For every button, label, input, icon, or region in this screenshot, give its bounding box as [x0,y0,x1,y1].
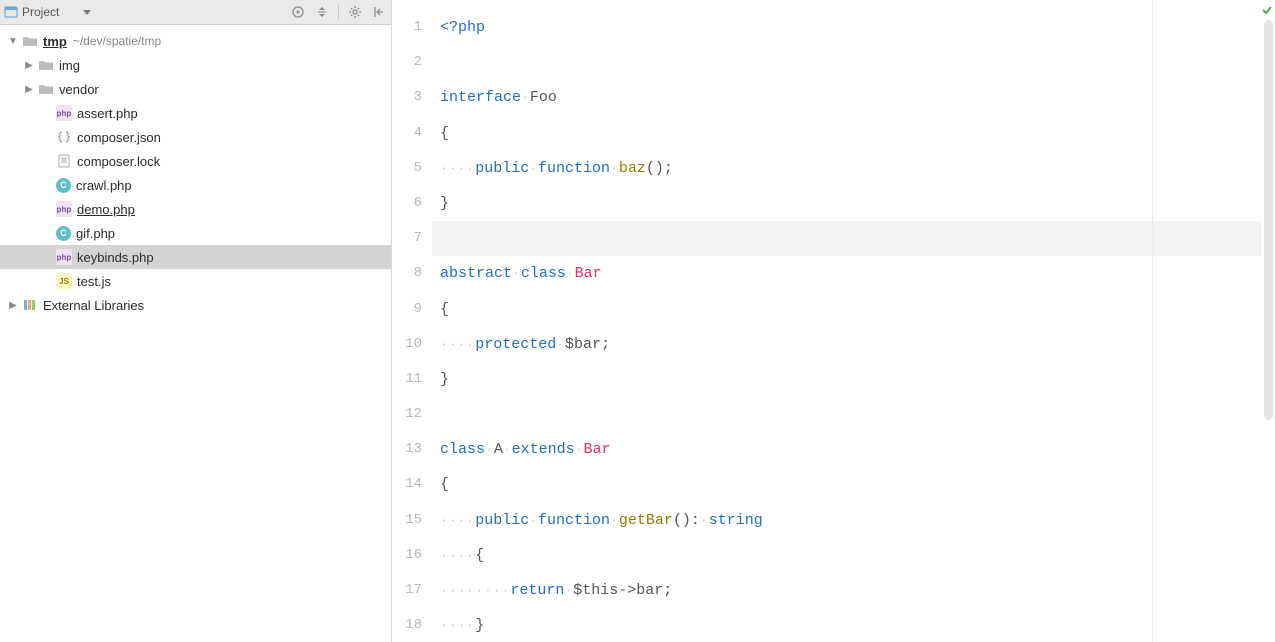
line-number: 7 [392,221,432,256]
line-number: 16 [392,538,432,573]
php-file-icon: php [56,105,72,121]
code-line[interactable]: { [432,467,1261,502]
code-line[interactable] [432,45,1261,80]
code-line[interactable]: ····public·function·baz(); [432,151,1261,186]
app-root: Project [0,0,1275,642]
locate-icon[interactable] [290,4,306,20]
tree-item-demo-php[interactable]: ▶phpdemo.php [0,197,391,221]
chevron-right-icon[interactable]: ▶ [22,82,36,96]
code-line[interactable]: } [432,362,1261,397]
code-area[interactable]: <?phpinterface·Foo{····public·function·b… [432,0,1261,642]
tree-item-crawl-php[interactable]: ▶Ccrawl.php [0,173,391,197]
settings-gear-icon[interactable] [347,4,363,20]
line-number: 8 [392,256,432,291]
code-line[interactable]: } [432,186,1261,221]
class-file-icon: C [56,178,71,193]
inspection-ok-icon[interactable] [1261,4,1273,21]
tree-item-label: keybinds.php [77,250,154,265]
tree-item-img[interactable]: ▶ img [0,53,391,77]
line-number: 12 [392,397,432,432]
code-line[interactable] [432,397,1261,432]
tree-item-label: img [59,58,80,73]
project-header: Project [0,0,391,25]
line-number: 11 [392,362,432,397]
tree-item-label: vendor [59,82,99,97]
vertical-scrollbar[interactable] [1264,20,1273,420]
code-line[interactable]: { [432,116,1261,151]
line-number: 1 [392,10,432,45]
class-file-icon: C [56,226,71,241]
external-libraries[interactable]: ▶ External Libraries [0,293,391,317]
tree-item-label: gif.php [76,226,115,241]
tree-item-composer-lock[interactable]: ▶composer.lock [0,149,391,173]
tree-item-test-js[interactable]: ▶JStest.js [0,269,391,293]
code-line[interactable]: ····} [432,608,1261,642]
tree-item-composer-json[interactable]: ▶composer.json [0,125,391,149]
editor-right-gutter [1261,0,1275,642]
tree-item-assert-php[interactable]: ▶phpassert.php [0,101,391,125]
tree-root-path: ~/dev/spatie/tmp [73,34,161,48]
line-number: 5 [392,151,432,186]
php-file-icon: php [56,249,72,265]
code-line[interactable]: class·A·extends·Bar [432,432,1261,467]
line-number: 13 [392,432,432,467]
line-number: 6 [392,186,432,221]
line-number: 14 [392,467,432,502]
json-file-icon [56,129,72,145]
line-number: 15 [392,503,432,538]
tree-root[interactable]: ▼ tmp ~/dev/spatie/tmp [0,29,391,53]
chevron-down-icon[interactable]: ▼ [6,34,20,48]
toolbar-divider [338,4,339,20]
tree-item-label: composer.json [77,130,161,145]
code-line[interactable]: <?php [432,10,1261,45]
project-scope-dropdown[interactable] [67,4,107,20]
libraries-icon [22,297,38,313]
project-icon [4,5,18,19]
code-line[interactable]: ········return·$this->bar; [432,573,1261,608]
line-number: 9 [392,292,432,327]
line-number: 18 [392,608,432,642]
folder-icon [38,57,54,73]
right-margin-guide [1152,0,1153,642]
line-number: 17 [392,573,432,608]
tree-item-label: crawl.php [76,178,132,193]
line-number-gutter: 123456789101112131415161718 [392,0,432,642]
code-editor[interactable]: 123456789101112131415161718 <?phpinterfa… [392,0,1275,642]
folder-icon [22,33,38,49]
tree-item-keybinds-php[interactable]: ▶phpkeybinds.php [0,245,391,269]
tree-item-label: test.js [77,274,111,289]
line-number: 4 [392,116,432,151]
code-line[interactable]: ····{ [432,538,1261,573]
line-number: 2 [392,45,432,80]
code-line[interactable]: ····protected·$bar; [432,327,1261,362]
project-sidebar: Project [0,0,392,642]
code-line[interactable]: abstract·class·Bar [432,256,1261,291]
collapse-all-icon[interactable] [314,4,330,20]
code-line[interactable] [432,221,1261,256]
tree-item-label: composer.lock [77,154,160,169]
chevron-right-icon[interactable]: ▶ [6,298,20,312]
code-line[interactable]: { [432,292,1261,327]
code-line[interactable]: interface·Foo [432,80,1261,115]
hide-panel-icon[interactable] [371,4,387,20]
tree-root-name: tmp [43,34,67,49]
tree-item-label: demo.php [77,202,135,217]
chevron-right-icon[interactable]: ▶ [22,58,36,72]
tree-item-vendor[interactable]: ▶ vendor [0,77,391,101]
code-line[interactable]: ····public·function·getBar():·string [432,503,1261,538]
project-tree: ▼ tmp ~/dev/spatie/tmp ▶img▶vendor▶phpas… [0,25,391,317]
tree-item-gif-php[interactable]: ▶Cgif.php [0,221,391,245]
lock-file-icon [56,153,72,169]
project-title: Project [22,5,59,19]
external-libraries-label: External Libraries [43,298,144,313]
php-file-icon: php [56,201,72,217]
project-toolbar [290,4,387,20]
folder-icon [38,81,54,97]
line-number: 10 [392,327,432,362]
tree-item-label: assert.php [77,106,138,121]
line-number: 3 [392,80,432,115]
js-file-icon: JS [56,273,72,289]
